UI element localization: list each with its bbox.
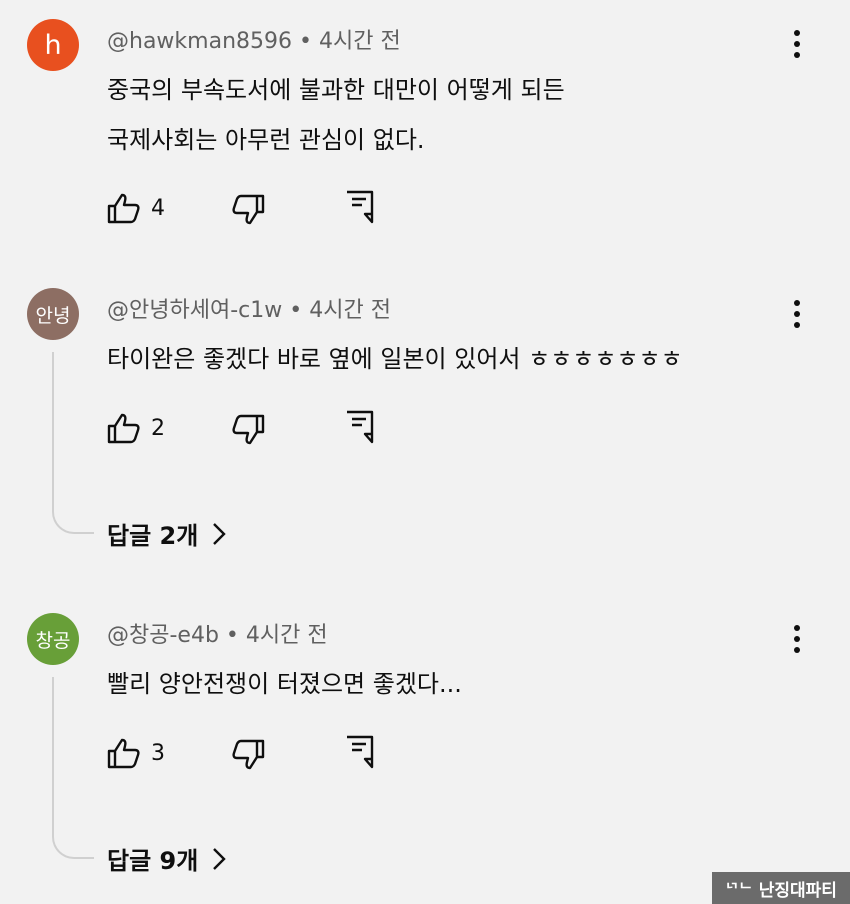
comment-meta: @hawkman8596 • 4시간 전: [107, 23, 401, 55]
meta-separator: •: [289, 298, 303, 323]
meta-separator: •: [299, 29, 312, 54]
more-vert-icon[interactable]: [782, 26, 812, 62]
view-replies-button[interactable]: 답글 9개: [107, 841, 226, 876]
like-count: 3: [151, 740, 165, 766]
like-button[interactable]: 3: [107, 737, 165, 769]
thumbs-up-icon: [107, 738, 140, 769]
more-vert-icon[interactable]: [782, 621, 812, 657]
view-replies-button[interactable]: 답글 2개: [107, 516, 226, 551]
dislike-button[interactable]: [231, 414, 265, 446]
thumbs-down-icon: [232, 739, 265, 770]
comment-text-line: 국제사회는 아무런 관심이 없다.: [107, 126, 425, 154]
avatar[interactable]: 창공: [27, 613, 79, 665]
dislike-button[interactable]: [231, 194, 265, 226]
thread-line: [52, 677, 94, 859]
author-name[interactable]: @hawkman8596: [107, 29, 292, 54]
like-button[interactable]: 4: [107, 192, 165, 224]
site-watermark: ᄓᄂ 난징대파티: [712, 872, 850, 904]
comment-time: 4시간 전: [319, 29, 401, 54]
comment-text-line: 중국의 부속도서에 불과한 대만이 어떻게 되든: [107, 76, 565, 104]
comment-text-line: 타이완은 좋겠다 바로 옆에 일본이 있어서 ㅎㅎㅎㅎㅎㅎㅎ: [107, 345, 683, 373]
author-name[interactable]: @창공-e4b: [107, 623, 219, 648]
comment-meta: @창공-e4b • 4시간 전: [107, 617, 328, 649]
comment-reply-icon: [347, 735, 374, 769]
reply-button[interactable]: [345, 190, 375, 224]
meta-separator: •: [225, 623, 239, 648]
chevron-right-icon: [213, 522, 226, 545]
watermark-logo: ᄓᄂ: [725, 879, 753, 898]
avatar[interactable]: h: [27, 19, 79, 71]
comment-text-line: 빨리 양안전쟁이 터졌으면 좋겠다...: [107, 670, 462, 698]
like-count: 2: [151, 415, 165, 441]
avatar[interactable]: 안녕: [27, 288, 79, 340]
reply-button[interactable]: [345, 735, 375, 769]
chevron-right-icon: [213, 847, 226, 870]
thread-line: [52, 352, 94, 534]
comment-reply-icon: [347, 190, 374, 224]
comment-time: 4시간 전: [309, 298, 391, 323]
like-count: 4: [151, 195, 165, 221]
more-vert-icon[interactable]: [782, 296, 812, 332]
dislike-button[interactable]: [231, 739, 265, 771]
watermark-text: 난징대파티: [758, 880, 837, 901]
replies-label: 답글 2개: [107, 522, 199, 550]
thumbs-up-icon: [107, 413, 140, 444]
like-button[interactable]: 2: [107, 412, 165, 444]
author-name[interactable]: @안녕하세여-c1w: [107, 298, 282, 323]
comment-time: 4시간 전: [245, 623, 328, 648]
thumbs-down-icon: [232, 194, 265, 225]
replies-label: 답글 9개: [107, 847, 199, 875]
reply-button[interactable]: [345, 410, 375, 444]
comment-reply-icon: [347, 410, 374, 444]
thumbs-down-icon: [232, 414, 265, 445]
comment-meta: @안녕하세여-c1w • 4시간 전: [107, 292, 391, 324]
thumbs-up-icon: [107, 193, 140, 224]
